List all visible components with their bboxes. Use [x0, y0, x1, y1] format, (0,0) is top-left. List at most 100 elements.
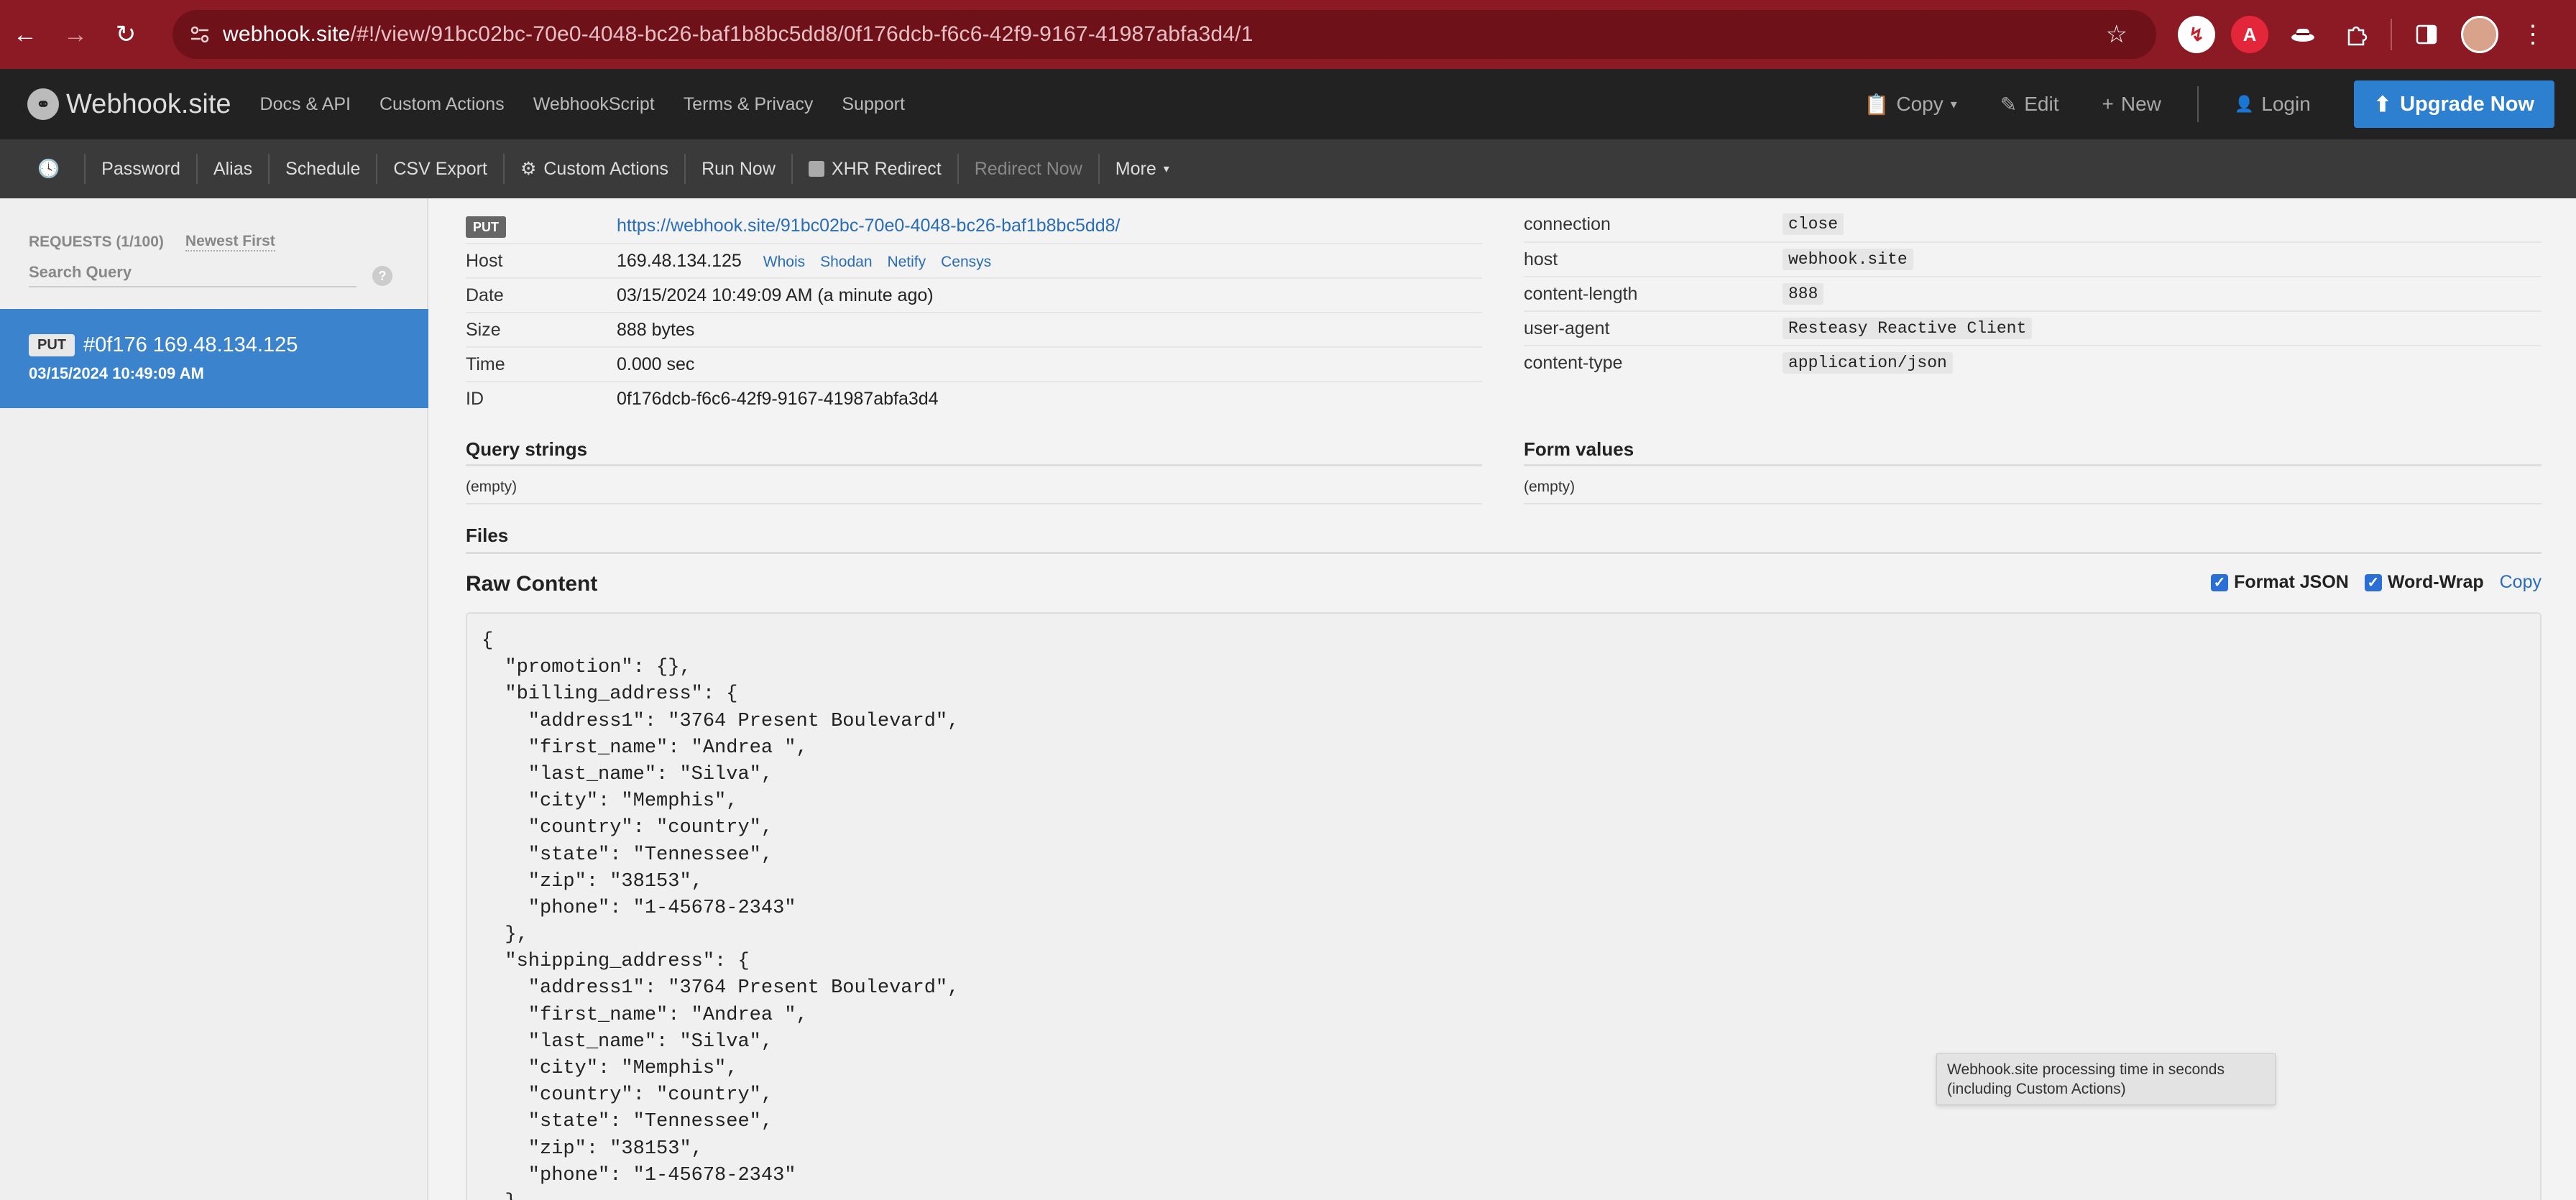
size-label: Size	[466, 319, 501, 340]
nav-docs-api[interactable]: Docs & API	[260, 94, 351, 115]
upgrade-label: Upgrade Now	[2400, 92, 2534, 116]
netify-link[interactable]: Netify	[887, 254, 926, 270]
requests-sidebar: REQUESTS (1/100) Newest First Search Que…	[0, 198, 428, 1200]
more-label: More	[1115, 158, 1156, 179]
header-row: user-agent Resteasy Reactive Client	[1524, 310, 2542, 345]
custom-actions-button[interactable]: ⚙ Custom Actions	[505, 154, 686, 184]
request-headers: connection close host webhook.site conte…	[1524, 207, 2542, 379]
redirect-now-button[interactable]: Redirect Now	[959, 154, 1100, 184]
code-line: "first_name": "Andrea ",	[482, 1004, 808, 1026]
id-label: ID	[466, 388, 484, 409]
copy-dropdown[interactable]: 📋 Copy ▾	[1864, 93, 1956, 116]
new-button[interactable]: + New	[2102, 93, 2161, 116]
request-details: PUT https://webhook.site/91bc02bc-70e0-4…	[466, 208, 1482, 415]
xhr-redirect-label: XHR Redirect	[831, 158, 942, 179]
tooltip-line: (including Custom Actions)	[1947, 1081, 2126, 1097]
form-values-divider	[1524, 464, 2542, 466]
edit-button[interactable]: ✎ Edit	[2000, 93, 2059, 116]
brand-name: Webhook.site	[66, 88, 231, 119]
pdf-extension-icon[interactable]: ↯	[2178, 16, 2215, 53]
header-key: content-type	[1524, 352, 1623, 373]
code-line: "country": "country",	[482, 817, 773, 839]
more-dropdown[interactable]: More ▾	[1100, 154, 1185, 184]
code-line: "city": "Memphis",	[482, 790, 738, 813]
code-line: "phone": "1-45678-2343"	[482, 1164, 796, 1186]
hat-extension-icon[interactable]	[2284, 16, 2322, 53]
code-line: "state": "Tennessee",	[482, 844, 773, 866]
header-key: host	[1524, 249, 1558, 269]
bookmark-star-icon[interactable]: ☆	[2106, 20, 2128, 49]
code-line: "first_name": "Andrea ",	[482, 737, 808, 759]
run-now-button[interactable]: Run Now	[686, 154, 793, 184]
raw-content-code[interactable]: { "promotion": {}, "billing_address": { …	[466, 612, 2542, 1200]
history-button[interactable]: 🕓	[0, 154, 86, 184]
header-value: close	[1782, 213, 1844, 235]
forward-icon[interactable]: →	[50, 0, 101, 69]
menu-dots-icon[interactable]: ⋮	[2514, 16, 2552, 53]
reload-icon[interactable]: ↻	[101, 0, 151, 69]
address-bar[interactable]: webhook.site/#!/view/91bc02bc-70e0-4048-…	[172, 10, 2156, 59]
user-icon: 👤	[2234, 95, 2255, 113]
extensions-area: ↯ A ⋮	[2178, 0, 2552, 69]
url-text[interactable]: webhook.site/#!/view/91bc02bc-70e0-4048-…	[223, 22, 1254, 47]
sort-order-toggle[interactable]: Newest First	[185, 233, 275, 251]
login-label: Login	[2261, 93, 2311, 115]
code-line: },	[482, 1189, 2540, 1200]
search-query-input[interactable]: Search Query	[29, 263, 356, 287]
request-list-item[interactable]: PUT #0f176 169.48.134.125 03/15/2024 10:…	[0, 309, 428, 408]
nav-support[interactable]: Support	[842, 94, 905, 115]
tooltip-line: Webhook.site processing time in seconds	[1947, 1061, 2225, 1078]
request-date: 03/15/2024 10:49:09 AM	[29, 364, 204, 382]
checkmark-icon: ✓	[2364, 573, 2382, 591]
profile-avatar[interactable]	[2461, 16, 2498, 53]
xhr-redirect-toggle[interactable]: XHR Redirect	[793, 154, 959, 184]
brand[interactable]: ⚭ Webhook.site	[27, 88, 231, 120]
code-line: "last_name": "Silva",	[482, 763, 773, 785]
request-count: REQUESTS (1/100)	[29, 234, 164, 250]
upgrade-now-button[interactable]: ⬆ Upgrade Now	[2353, 80, 2554, 128]
a-extension-icon[interactable]: A	[2231, 16, 2268, 53]
header-row: content-length 888	[1524, 276, 2542, 310]
host-value: 169.48.134.125	[617, 250, 742, 271]
date-label: Date	[466, 285, 504, 305]
header-row: connection close	[1524, 207, 2542, 241]
header-value: webhook.site	[1782, 249, 1913, 270]
code-line: "last_name": "Silva",	[482, 1030, 773, 1053]
nav-right: 📋 Copy ▾ ✎ Edit + New 👤 Login ⬆ Upgrade …	[1864, 69, 2554, 139]
format-json-checkbox[interactable]: ✓ Format JSON	[2211, 572, 2349, 593]
code-line: "billing_address": {	[482, 683, 738, 706]
alias-button[interactable]: Alias	[198, 154, 270, 184]
csv-export-button[interactable]: CSV Export	[377, 154, 505, 184]
back-icon[interactable]: ←	[0, 0, 50, 69]
nav-webhookscript[interactable]: WebhookScript	[533, 94, 655, 115]
puzzle-extension-icon[interactable]	[2337, 16, 2375, 53]
header-row: content-type application/json	[1524, 345, 2542, 379]
login-button[interactable]: 👤 Login	[2235, 93, 2311, 116]
size-value: 888 bytes	[617, 319, 695, 340]
copy-raw-link[interactable]: Copy	[2500, 572, 2542, 593]
censys-link[interactable]: Censys	[941, 254, 991, 270]
word-wrap-checkbox[interactable]: ✓ Word-Wrap	[2364, 572, 2484, 593]
copy-label: Copy	[1896, 93, 1944, 115]
nav-terms-privacy[interactable]: Terms & Privacy	[684, 94, 814, 115]
files-divider	[466, 552, 2542, 554]
password-button[interactable]: Password	[86, 154, 198, 184]
whois-link[interactable]: Whois	[763, 254, 805, 270]
processing-time-tooltip: Webhook.site processing time in seconds …	[1936, 1053, 2276, 1105]
side-panel-icon[interactable]	[2408, 16, 2445, 53]
nav-custom-actions[interactable]: Custom Actions	[380, 94, 505, 115]
code-line: },	[482, 924, 528, 946]
time-label: Time	[466, 354, 505, 374]
request-url-link[interactable]: https://webhook.site/91bc02bc-70e0-4048-…	[617, 216, 1121, 236]
help-icon[interactable]: ?	[372, 266, 392, 286]
code-line: "state": "Tennessee",	[482, 1111, 773, 1133]
clipboard-icon: 📋	[1864, 93, 1890, 116]
site-settings-icon[interactable]	[177, 24, 223, 45]
code-line: "shipping_address": {	[482, 951, 750, 973]
detail-row-size: Size 888 bytes	[466, 312, 1482, 346]
schedule-button[interactable]: Schedule	[270, 154, 378, 184]
shodan-link[interactable]: Shodan	[820, 254, 872, 270]
detail-row-time: Time 0.000 sec	[466, 346, 1482, 381]
request-toolbar: 🕓 Password Alias Schedule CSV Export ⚙ C…	[0, 139, 2576, 198]
code-line: "address1": "3764 Present Boulevard",	[482, 977, 960, 1000]
